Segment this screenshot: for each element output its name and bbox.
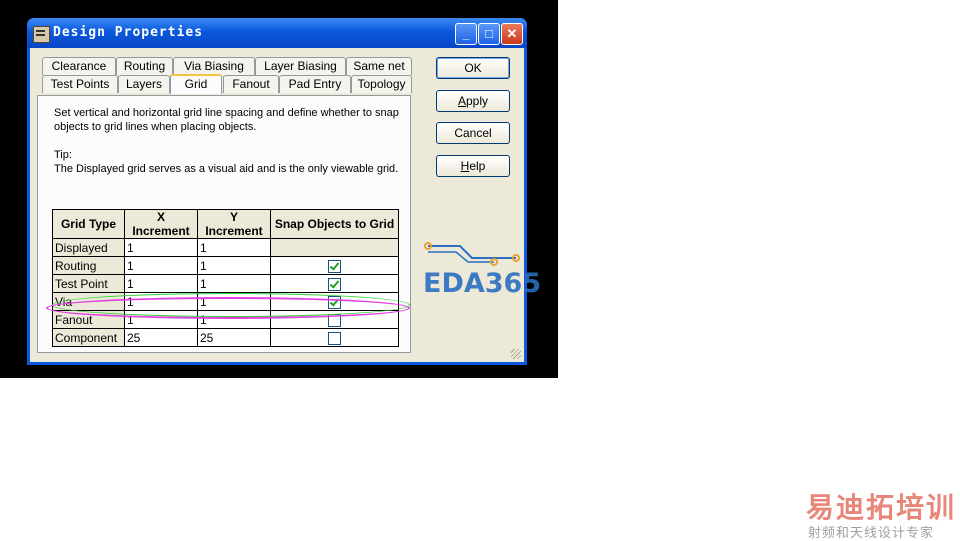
highlight-ellipse-magenta xyxy=(46,297,410,319)
tip-label: Tip: xyxy=(54,149,72,161)
tab-topology[interactable]: Topology xyxy=(351,75,412,93)
tab-grid[interactable]: Grid xyxy=(170,74,222,94)
row-grid-type: Displayed xyxy=(52,238,125,257)
description-text: Set vertical and horizontal grid line sp… xyxy=(54,106,399,176)
y-increment-cell[interactable]: 25 xyxy=(197,328,271,347)
snap-checkbox[interactable] xyxy=(328,259,341,273)
snap-cell xyxy=(270,328,399,347)
tab-routing[interactable]: Routing xyxy=(116,57,173,75)
eda365-watermark: EDA365 xyxy=(423,268,542,299)
header-y-increment: Y Increment xyxy=(197,209,271,239)
minimize-button[interactable]: _ xyxy=(455,23,477,45)
x-increment-cell[interactable]: 1 xyxy=(124,274,198,293)
tab-same-net[interactable]: Same net xyxy=(346,57,412,75)
ok-button[interactable]: OK xyxy=(436,57,510,79)
snap-cell xyxy=(270,256,399,275)
window-title: Design Properties xyxy=(53,25,204,40)
table-row: Displayed 1 1 xyxy=(52,238,399,257)
app-icon xyxy=(33,26,50,43)
x-increment-cell[interactable]: 1 xyxy=(124,256,198,275)
row-grid-type: Test Point xyxy=(52,274,125,293)
y-increment-cell[interactable]: 1 xyxy=(197,274,271,293)
brand-watermark: 易迪拓培训 xyxy=(806,491,957,524)
tab-via-biasing[interactable]: Via Biasing xyxy=(173,57,255,75)
tab-pad-entry[interactable]: Pad Entry xyxy=(279,75,351,93)
grid-settings-table: Grid Type X Increment Y Increment Snap O… xyxy=(52,209,399,347)
tab-test-points[interactable]: Test Points xyxy=(42,75,118,93)
tab-layers[interactable]: Layers xyxy=(118,75,170,93)
table-row: Component 25 25 xyxy=(52,328,399,347)
maximize-button[interactable]: □ xyxy=(478,23,500,45)
apply-button[interactable]: Apply xyxy=(436,90,510,112)
snap-checkbox[interactable] xyxy=(328,331,341,345)
header-grid-type: Grid Type xyxy=(52,209,125,239)
title-bar[interactable]: Design Properties _ □ ✕ xyxy=(27,18,527,48)
x-increment-cell[interactable]: 25 xyxy=(124,328,198,347)
tab-layer-biasing[interactable]: Layer Biasing xyxy=(255,57,346,75)
cancel-button[interactable]: Cancel xyxy=(436,122,510,144)
help-button[interactable]: Help xyxy=(436,155,510,177)
snap-cell-disabled xyxy=(270,238,399,257)
description-line: Set vertical and horizontal grid line sp… xyxy=(54,107,399,133)
y-increment-cell[interactable]: 1 xyxy=(197,256,271,275)
snap-cell xyxy=(270,274,399,293)
snap-checkbox[interactable] xyxy=(328,277,341,291)
tab-fanout[interactable]: Fanout xyxy=(223,75,279,93)
table-row: Routing 1 1 xyxy=(52,256,399,275)
tab-clearance[interactable]: Clearance xyxy=(42,57,116,75)
brand-subtitle: 射频和天线设计专家 xyxy=(808,526,935,541)
resize-grip[interactable] xyxy=(511,349,521,359)
table-header-row: Grid Type X Increment Y Increment Snap O… xyxy=(52,209,399,239)
table-row: Test Point 1 1 xyxy=(52,274,399,293)
tip-text: The Displayed grid serves as a visual ai… xyxy=(54,163,399,175)
x-increment-cell[interactable]: 1 xyxy=(124,238,198,257)
header-snap-objects: Snap Objects to Grid xyxy=(270,209,399,239)
close-button[interactable]: ✕ xyxy=(501,23,523,45)
y-increment-cell[interactable]: 1 xyxy=(197,238,271,257)
header-x-increment: X Increment xyxy=(124,209,198,239)
circuit-logo-icon xyxy=(424,242,520,266)
row-grid-type: Component xyxy=(52,328,125,347)
row-grid-type: Routing xyxy=(52,256,125,275)
